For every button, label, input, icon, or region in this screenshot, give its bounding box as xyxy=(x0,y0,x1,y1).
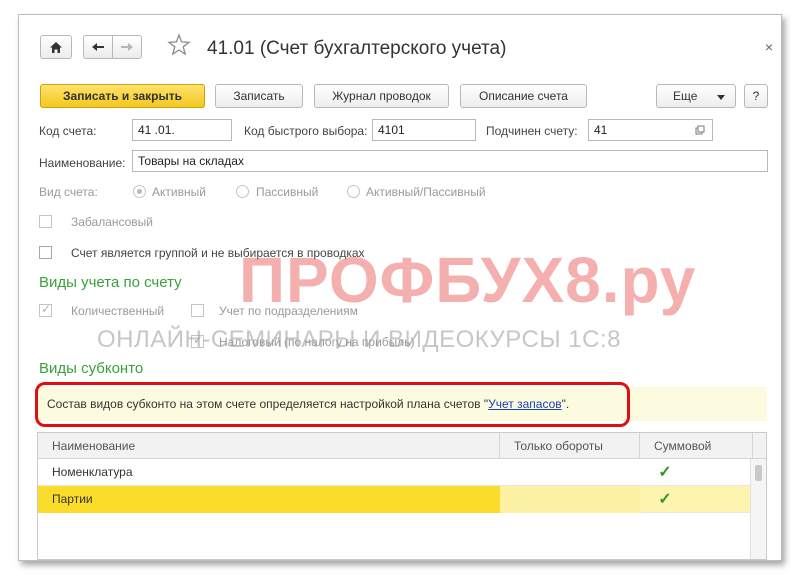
column-header-name[interactable]: Наименование xyxy=(38,433,500,459)
more-label: Еще xyxy=(673,89,698,103)
subconto-title: Виды субконто xyxy=(39,360,144,377)
quick-code-field[interactable]: 4101 xyxy=(372,119,476,141)
column-header-sum[interactable]: Суммовой xyxy=(640,433,753,459)
by-division-checkbox[interactable] xyxy=(191,304,204,317)
table-row-selected[interactable]: Партии ✓ xyxy=(38,486,751,513)
row-turnover-cell[interactable] xyxy=(500,486,640,513)
parent-account-label: Подчинен счету: xyxy=(486,124,578,138)
code-field[interactable]: 41 .01. xyxy=(132,119,232,141)
account-form-window: 41.01 (Счет бухгалтерского учета) × Запи… xyxy=(18,14,782,561)
radio-passive-label: Пассивный xyxy=(256,185,319,199)
home-icon xyxy=(50,41,62,53)
name-field[interactable]: Товары на складах xyxy=(132,150,768,172)
watermark-subtitle: ОНЛАЙН-СЕМИНАРЫ И ВИДЕОКУРСЫ 1С:8 xyxy=(97,326,621,353)
close-icon[interactable]: × xyxy=(765,39,773,55)
radio-active-label: Активный xyxy=(152,185,206,199)
checkmark-icon[interactable]: ✓ xyxy=(640,459,690,486)
code-label: Код счета: xyxy=(39,124,97,138)
table-header: Наименование Только обороты Суммовой xyxy=(38,433,766,459)
column-header-turnover-only[interactable]: Только обороты xyxy=(500,433,640,459)
highlight-frame xyxy=(35,382,630,427)
subconto-table: Наименование Только обороты Суммовой Ном… xyxy=(37,432,767,560)
arrow-left-icon xyxy=(92,43,104,51)
star-icon[interactable] xyxy=(167,33,191,57)
name-label: Наименование: xyxy=(39,156,126,170)
radio-active[interactable] xyxy=(133,185,146,198)
quantitative-checkbox[interactable] xyxy=(39,302,52,317)
row-name-cell: Номенклатура xyxy=(52,465,133,479)
offbalance-label: Забалансовый xyxy=(71,215,154,229)
account-description-button[interactable]: Описание счета xyxy=(460,84,587,108)
journal-button[interactable]: Журнал проводок xyxy=(314,84,449,108)
quantitative-label: Количественный xyxy=(71,304,165,318)
group-checkbox[interactable] xyxy=(39,246,52,259)
forward-button[interactable] xyxy=(112,35,142,59)
radio-passive[interactable] xyxy=(236,185,249,198)
radio-active-passive-label: Активный/Пассивный xyxy=(366,185,486,199)
chevron-down-icon xyxy=(717,95,725,100)
offbalance-checkbox[interactable] xyxy=(39,215,52,228)
checkmark-icon[interactable]: ✓ xyxy=(640,486,690,513)
save-button[interactable]: Записать xyxy=(215,84,303,108)
back-button[interactable] xyxy=(83,35,113,59)
radio-active-passive[interactable] xyxy=(347,185,360,198)
save-and-close-button[interactable]: Записать и закрыть xyxy=(40,84,205,108)
help-button[interactable]: ? xyxy=(744,84,768,108)
window-title: 41.01 (Счет бухгалтерского учета) xyxy=(207,38,507,59)
watermark-brand: ПРОФБУХ8.ру xyxy=(239,244,697,316)
arrow-right-icon xyxy=(121,43,133,51)
more-button[interactable]: Еще xyxy=(656,84,736,108)
table-row[interactable]: Номенклатура ✓ xyxy=(38,459,751,486)
home-button[interactable] xyxy=(40,35,72,59)
row-name-cell: Партии xyxy=(38,486,500,513)
row-turnover-cell[interactable] xyxy=(500,459,640,486)
quick-code-label: Код быстрого выбора: xyxy=(244,124,368,138)
open-link-icon[interactable] xyxy=(691,121,709,139)
account-type-label: Вид счета: xyxy=(39,185,98,199)
accounting-kinds-title: Виды учета по счету xyxy=(39,274,182,291)
scrollbar-thumb[interactable] xyxy=(755,465,762,481)
table-scrollbar[interactable] xyxy=(750,459,766,559)
